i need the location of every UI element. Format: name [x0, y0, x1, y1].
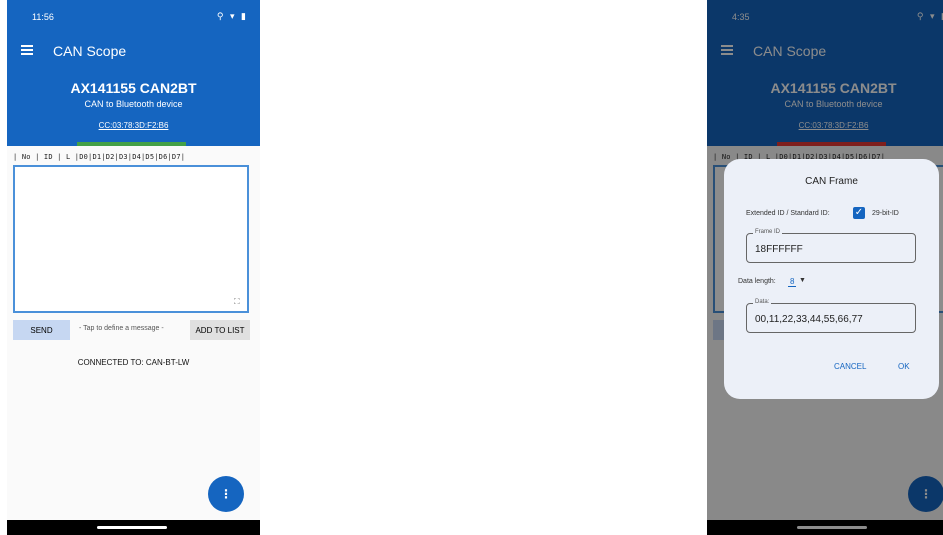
- dialog-title: CAN Frame: [805, 176, 858, 187]
- device-description: CAN to Bluetooth device: [84, 99, 183, 109]
- home-gesture-pill[interactable]: [97, 526, 167, 529]
- left-phone-screen: 11:56 ⚲ ▾ ▮ CAN Scope AX141155 CAN2BT CA…: [7, 0, 260, 535]
- connection-status-bar: [77, 142, 186, 146]
- data-length-label: Data length:: [738, 278, 776, 285]
- data-length-select[interactable]: 8: [788, 277, 797, 287]
- send-button[interactable]: SEND: [13, 320, 70, 340]
- expand-icon[interactable]: ⛶: [234, 297, 242, 306]
- status-time: 11:56: [32, 12, 54, 22]
- hamburger-menu-icon[interactable]: [21, 45, 33, 55]
- right-phone-screen: 4:35 ⚲ ▾ ▮ CAN Scope AX141155 CAN2BT CAN…: [707, 0, 943, 535]
- ok-button[interactable]: OK: [898, 362, 910, 371]
- connected-status-text: CONNECTED TO: CAN-BT-LW: [77, 358, 190, 367]
- status-icons: ⚲ ▾ ▮: [216, 11, 248, 21]
- bit-id-label: 29-bit-ID: [872, 210, 899, 217]
- cancel-button[interactable]: CANCEL: [834, 362, 866, 371]
- frame-id-field[interactable]: Frame ID 18FFFFFF: [746, 229, 916, 263]
- data-legend: Data:: [753, 299, 772, 305]
- device-name: AX141155 CAN2BT: [70, 80, 197, 96]
- device-mac-link[interactable]: CC:03:78:3D:F2:B6: [7, 121, 260, 130]
- more-options-icon[interactable]: ⋮: [208, 476, 244, 512]
- define-message-hint[interactable]: - Tap to define a message -: [79, 325, 164, 332]
- frame-table-header: | No | ID | L |D0|D1|D2|D3|D4|D5|D6|D7|: [13, 153, 186, 161]
- can-frame-dialog: CAN Frame Extended ID / Standard ID: ✓ 2…: [724, 159, 939, 399]
- app-header: 11:56 ⚲ ▾ ▮ CAN Scope AX141155 CAN2BT CA…: [7, 0, 260, 146]
- status-bar: 11:56 ⚲ ▾ ▮: [7, 0, 260, 36]
- frame-list[interactable]: ⛶: [13, 165, 249, 313]
- add-to-list-button[interactable]: ADD TO LIST: [190, 320, 250, 340]
- data-field[interactable]: Data: 00,11,22,33,44,55,66,77: [746, 299, 916, 333]
- extended-id-checkbox[interactable]: ✓: [853, 207, 865, 219]
- extended-id-label: Extended ID / Standard ID:: [746, 210, 830, 217]
- frame-id-value[interactable]: 18FFFFFF: [755, 244, 803, 255]
- navigation-bar: [7, 520, 260, 535]
- frame-id-legend: Frame ID: [753, 229, 783, 235]
- data-value[interactable]: 00,11,22,33,44,55,66,77: [755, 314, 863, 325]
- dropdown-arrow-icon[interactable]: ▼: [799, 277, 806, 284]
- app-title: CAN Scope: [53, 43, 127, 59]
